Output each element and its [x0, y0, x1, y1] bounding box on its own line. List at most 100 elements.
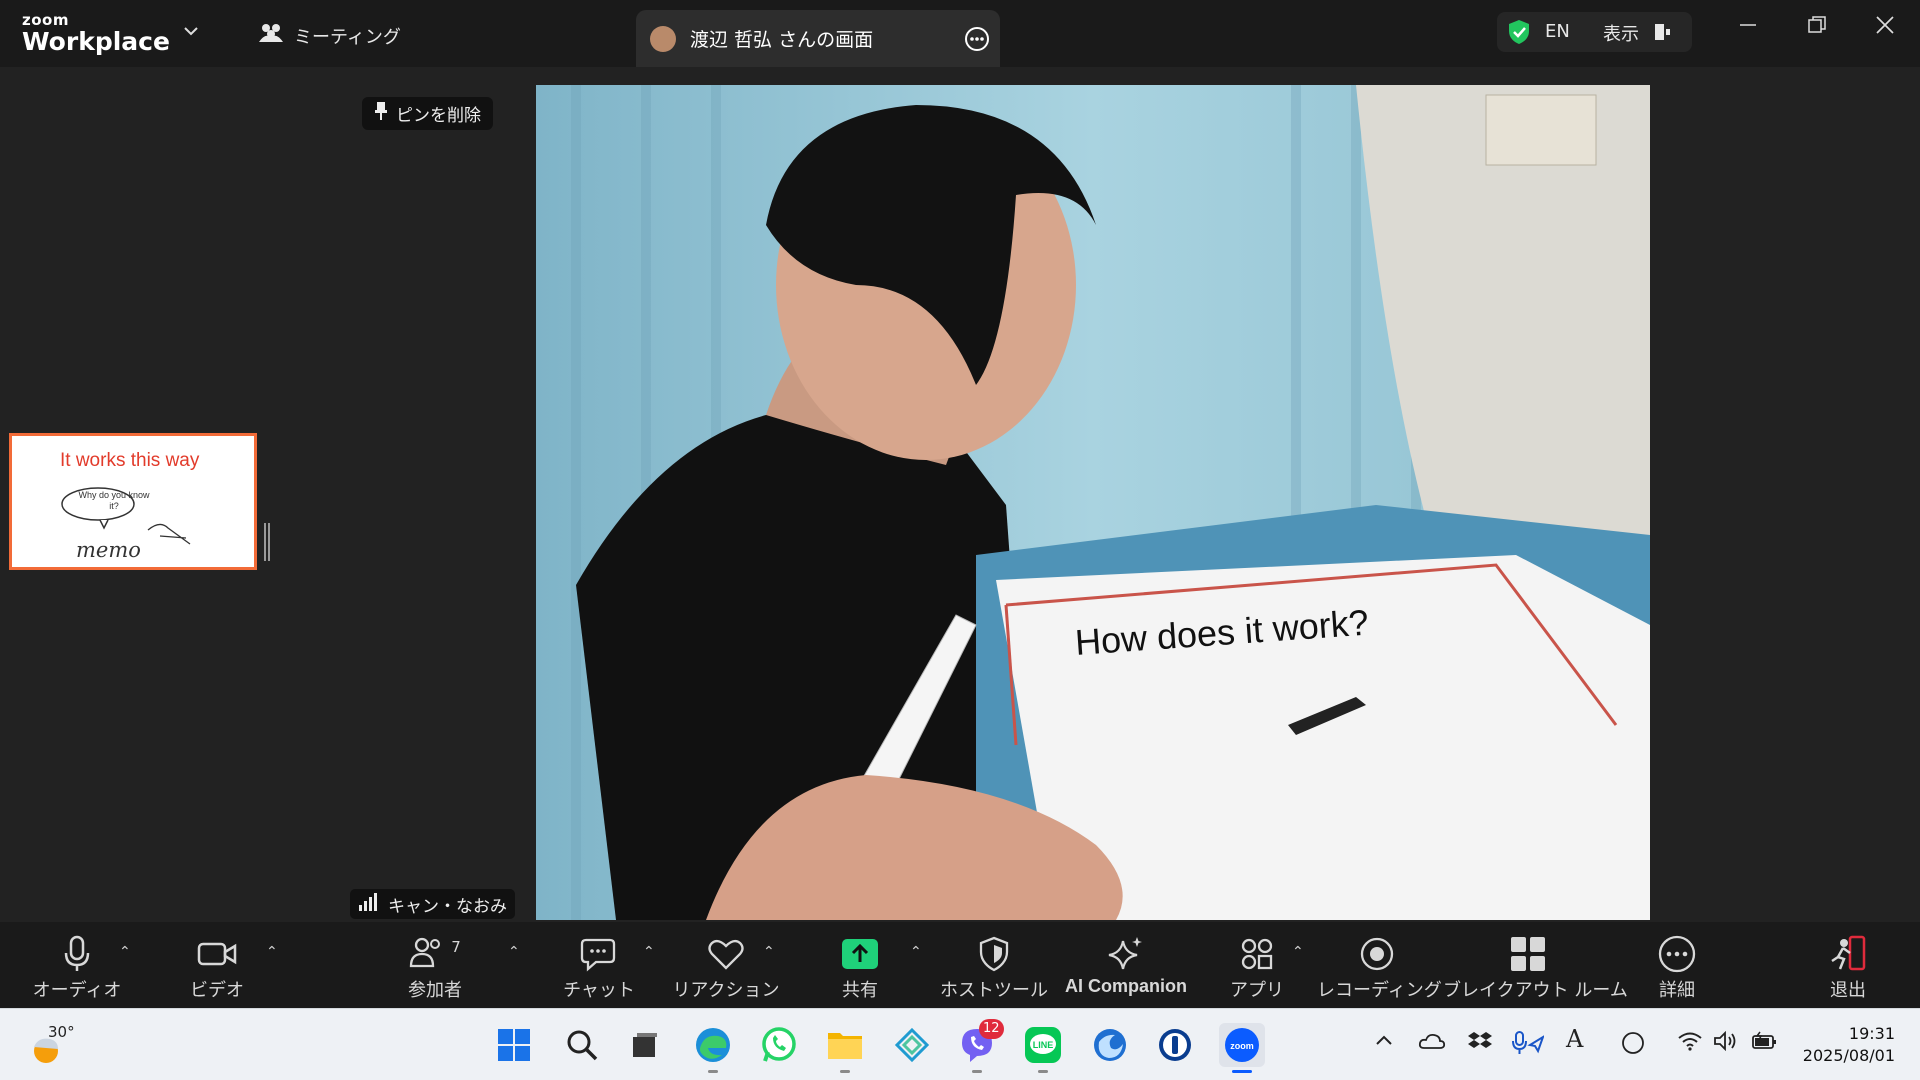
language-button[interactable]: EN	[1545, 21, 1570, 42]
avatar	[650, 25, 676, 52]
search-icon[interactable]	[560, 1023, 604, 1067]
clock-date: 2025/08/01	[1802, 1046, 1895, 1065]
chevron-down-icon[interactable]	[183, 22, 199, 41]
logo-workplace-text: Workplace	[22, 27, 170, 56]
ai-companion-label: AI Companion	[1065, 976, 1187, 996]
whatsapp-icon[interactable]	[757, 1023, 801, 1067]
line-app-icon[interactable]: LINE	[1021, 1023, 1065, 1073]
edge-running-indicator	[708, 1070, 718, 1073]
leave-door-icon	[1788, 934, 1908, 974]
weather-widget[interactable]: 30°	[28, 1023, 88, 1067]
reactions-label: リアクション	[672, 980, 780, 1001]
unpin-button[interactable]: ピンを削除	[362, 97, 493, 130]
participants-label: 参加者	[408, 980, 462, 1001]
dropbox-icon[interactable]	[1467, 1031, 1493, 1057]
onedrive-cloud-icon[interactable]	[1418, 1031, 1446, 1055]
reactions-options-caret-icon[interactable]: ⌃	[763, 944, 775, 960]
focus-moon-icon[interactable]	[1621, 1031, 1645, 1059]
recording-button[interactable]: レコーディング	[1317, 934, 1442, 1002]
meeting-stage: ピンを削除 It works this way Why do you know …	[0, 67, 1920, 922]
zoom-taskbar-icon[interactable]: zoom	[1219, 1023, 1265, 1073]
minimize-icon[interactable]	[1737, 14, 1759, 40]
mic-location-icon[interactable]	[1512, 1031, 1545, 1059]
apps-options-caret-icon[interactable]: ⌃	[1292, 944, 1304, 960]
viber-icon[interactable]: 12	[955, 1019, 1004, 1073]
ime-indicator-icon[interactable]: A	[1566, 1025, 1583, 1053]
start-windows-icon[interactable]	[492, 1023, 536, 1067]
shared-content-thumbnail[interactable]: It works this way Why do you know it? me…	[9, 433, 257, 570]
participants-button[interactable]: 7 参加者	[375, 934, 495, 1002]
battery-charging-icon[interactable]	[1751, 1031, 1779, 1055]
video-options-caret-icon[interactable]: ⌃	[266, 944, 278, 960]
chat-icon	[539, 934, 659, 974]
chat-options-caret-icon[interactable]: ⌃	[643, 944, 655, 960]
participant-name: キャン・なおみ	[388, 896, 507, 917]
thumbnail-word: memo	[76, 538, 141, 562]
svg-text:LINE: LINE	[1033, 1040, 1054, 1050]
share-arrow-icon	[800, 934, 920, 974]
participants-icon	[258, 22, 284, 49]
ai-companion-button[interactable]: AI Companion	[1065, 934, 1187, 997]
encryption-shield-icon[interactable]	[1505, 18, 1533, 51]
thumbnail-title: It works this way	[60, 450, 200, 471]
zoom-active-indicator	[1232, 1070, 1252, 1073]
share-options-caret-icon[interactable]: ⌃	[910, 944, 922, 960]
volume-icon[interactable]	[1713, 1030, 1739, 1055]
chat-button[interactable]: チャット	[539, 934, 659, 1002]
participants-count: 7	[451, 938, 461, 956]
file-explorer-icon[interactable]	[823, 1023, 867, 1073]
breakout-label: ブレイクアウト ルーム	[1443, 980, 1628, 1001]
participants-icon	[409, 936, 445, 973]
recording-label: レコーディング	[1317, 980, 1442, 1001]
more-label: 詳細	[1659, 980, 1695, 1001]
record-icon	[1317, 934, 1437, 974]
more-button[interactable]: 詳細	[1617, 934, 1737, 1002]
task-view-icon[interactable]	[623, 1023, 667, 1067]
diamond-app-icon[interactable]	[890, 1023, 934, 1067]
video-label: ビデオ	[190, 980, 244, 1001]
leave-label: 退出	[1830, 980, 1866, 1001]
system-clock[interactable]: 19:31 2025/08/01	[1785, 1023, 1895, 1067]
wifi-icon[interactable]	[1677, 1031, 1703, 1055]
thunderbird-icon[interactable]	[1088, 1023, 1132, 1067]
windows-taskbar: 30° 12 LINE zoom A 19:31 2025/08/01	[0, 1008, 1920, 1080]
chevron-up-icon[interactable]	[1374, 1031, 1394, 1055]
participants-button-icon-row: 7	[375, 934, 495, 974]
line-running-indicator	[1038, 1070, 1048, 1073]
restore-icon[interactable]	[1806, 14, 1828, 40]
title-bar: zoom Workplace ミーティング 渡辺 哲弘 さんの画面 EN 表示	[0, 0, 1920, 67]
host-shield-icon	[934, 934, 1054, 974]
participant-name-chip: キャン・なおみ	[350, 889, 515, 919]
share-label: 共有	[842, 980, 878, 1001]
panel-resize-handle[interactable]	[264, 523, 270, 561]
meeting-toolbar: オーディオ ⌃ ビデオ ⌃ 7 参加者 ⌃ チャット ⌃ リアクション ⌃ 共有…	[0, 922, 1920, 1008]
pinned-video: How does it work?	[536, 85, 1650, 920]
share-screen-button[interactable]: 共有	[800, 934, 920, 1002]
zoom-workplace-logo[interactable]: zoom Workplace	[22, 12, 170, 56]
audio-options-caret-icon[interactable]: ⌃	[119, 944, 131, 960]
tab-screen-share[interactable]: 渡辺 哲弘 さんの画面	[636, 10, 1000, 67]
svg-text:zoom: zoom	[1230, 1041, 1254, 1051]
tab-meeting-label: ミーティング	[294, 26, 401, 48]
breakout-rooms-button[interactable]: ブレイクアウト ルーム	[1443, 934, 1628, 1002]
close-icon[interactable]	[1874, 14, 1896, 40]
participants-options-caret-icon[interactable]: ⌃	[508, 944, 520, 960]
more-options-icon[interactable]	[964, 26, 990, 57]
host-tools-button[interactable]: ホストツール	[934, 934, 1054, 1002]
breakout-grid-icon	[1443, 934, 1613, 974]
password-manager-icon[interactable]	[1153, 1023, 1197, 1067]
more-dots-icon	[1617, 934, 1737, 974]
share-tab-title: 渡辺 哲弘 さんの画面	[690, 29, 874, 51]
video-button[interactable]: ビデオ	[157, 934, 277, 1002]
video-camera-icon	[157, 934, 277, 974]
edge-browser-icon[interactable]	[691, 1023, 735, 1073]
display-layout-icon[interactable]	[1653, 22, 1671, 47]
viber-badge: 12	[979, 1019, 1004, 1039]
leave-button[interactable]: 退出	[1788, 934, 1908, 1002]
tab-meeting[interactable]: ミーティング	[258, 22, 401, 49]
weather-temp: 30°	[48, 1023, 75, 1041]
security-language-display-group: EN 表示	[1497, 12, 1692, 52]
display-button[interactable]: 表示	[1603, 20, 1639, 46]
viber-running-indicator	[972, 1070, 982, 1073]
host-tools-label: ホストツール	[940, 980, 1048, 1001]
